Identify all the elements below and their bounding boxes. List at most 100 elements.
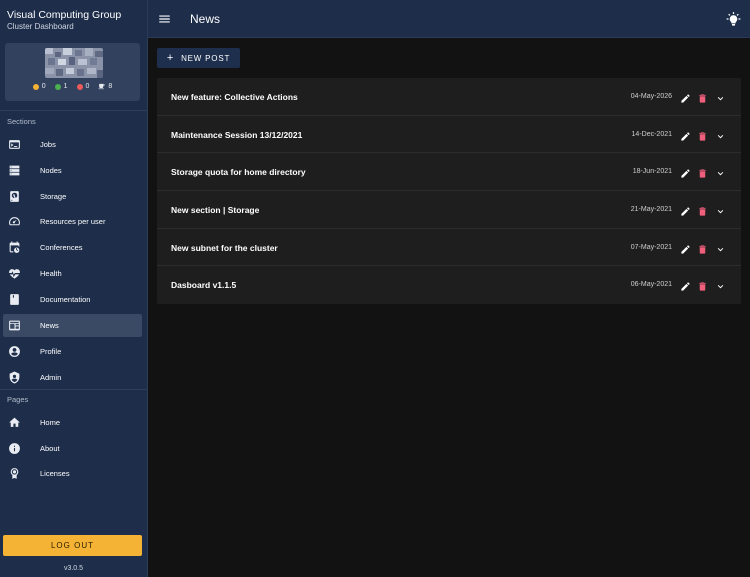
sidebar-item-home[interactable]: Home bbox=[3, 411, 142, 434]
chevron-down-icon[interactable] bbox=[715, 242, 726, 253]
sidebar-item-label: News bbox=[40, 321, 59, 330]
user-card: 0 1 0 8 bbox=[5, 43, 140, 101]
news-item[interactable]: Storage quota for home directory 18-Jun-… bbox=[157, 153, 741, 192]
news-date: 07-May-2021 bbox=[630, 243, 672, 251]
trash-icon[interactable] bbox=[697, 166, 708, 178]
calendar-clock-icon bbox=[8, 241, 21, 254]
sidebar-item-profile[interactable]: Profile bbox=[3, 340, 142, 363]
news-title: New section | Storage bbox=[171, 205, 260, 216]
pencil-icon[interactable] bbox=[680, 91, 691, 103]
sidebar-item-jobs[interactable]: Jobs bbox=[3, 133, 142, 156]
news-item[interactable]: Maintenance Session 13/12/2021 14-Dec-20… bbox=[157, 116, 741, 154]
certificate-icon bbox=[8, 467, 21, 480]
stat-coffee: 8 bbox=[98, 83, 112, 90]
news-date: 18-Jun-2021 bbox=[632, 168, 672, 176]
running-dot-icon bbox=[54, 83, 61, 90]
sidebar-item-label: Documentation bbox=[40, 295, 91, 304]
stat-running: 1 bbox=[54, 83, 68, 90]
news-date: 06-May-2021 bbox=[630, 281, 672, 289]
pencil-icon[interactable] bbox=[680, 204, 691, 216]
sidebar-item-health[interactable]: Health bbox=[3, 262, 142, 285]
news-date: 21-May-2021 bbox=[630, 206, 672, 214]
page-title: News bbox=[190, 12, 221, 26]
sidebar-item-licenses[interactable]: Licenses bbox=[3, 462, 142, 485]
top-bar: News bbox=[148, 0, 750, 38]
sidebar-item-conferences[interactable]: Conferences bbox=[3, 236, 142, 259]
news-title: Dasboard v1.1.5 bbox=[171, 280, 237, 291]
newspaper-icon bbox=[8, 319, 21, 332]
coffee-icon bbox=[98, 83, 105, 90]
server-icon bbox=[8, 164, 21, 177]
home-icon bbox=[8, 416, 21, 429]
lightbulb-icon[interactable] bbox=[726, 11, 741, 27]
sidebar-item-label: Licenses bbox=[40, 469, 70, 478]
sidebar: Visual Computing Group Cluster Dashboard bbox=[0, 0, 148, 577]
avatar bbox=[45, 48, 103, 78]
app-version: v3.0.5 bbox=[63, 565, 84, 572]
news-item[interactable]: New feature: Collective Actions 04-May-2… bbox=[157, 78, 741, 116]
book-icon bbox=[8, 293, 21, 306]
news-date: 04-May-2026 bbox=[630, 93, 672, 100]
sidebar-item-about[interactable]: About bbox=[3, 437, 142, 460]
sidebar-item-label: Profile bbox=[40, 347, 62, 356]
info-icon bbox=[8, 442, 21, 455]
sidebar-item-documentation[interactable]: Documentation bbox=[3, 288, 142, 311]
sidebar-item-label: Admin bbox=[40, 373, 62, 382]
trash-icon[interactable] bbox=[697, 91, 708, 103]
trash-icon[interactable] bbox=[697, 279, 708, 292]
sidebar-item-label: Resources per user bbox=[40, 217, 106, 226]
app-title: Visual Computing Group bbox=[7, 9, 122, 21]
new-post-button[interactable]: + NEW POST bbox=[157, 48, 240, 68]
speedometer-icon bbox=[8, 215, 21, 228]
chevron-down-icon[interactable] bbox=[715, 166, 726, 177]
stat-pending: 0 bbox=[32, 83, 46, 90]
sidebar-item-resources-per-user[interactable]: Resources per user bbox=[3, 210, 142, 233]
pages-label: Pages bbox=[7, 395, 29, 404]
trash-icon[interactable] bbox=[697, 129, 708, 141]
new-post-label: NEW POST bbox=[181, 53, 231, 63]
harddisk-icon bbox=[8, 190, 21, 203]
news-date: 14-Dec-2021 bbox=[631, 130, 672, 138]
app-subtitle: Cluster Dashboard bbox=[7, 22, 74, 31]
plus-icon: + bbox=[166, 52, 175, 64]
chevron-down-icon[interactable] bbox=[715, 279, 726, 290]
trash-icon[interactable] bbox=[697, 242, 708, 254]
menu-icon[interactable] bbox=[157, 12, 172, 26]
sidebar-item-label: Home bbox=[40, 418, 61, 427]
sidebar-item-nodes[interactable]: Nodes bbox=[3, 159, 142, 182]
news-title: New feature: Collective Actions bbox=[171, 92, 298, 102]
chevron-down-icon[interactable] bbox=[715, 91, 726, 102]
sidebar-item-label: Health bbox=[40, 269, 62, 278]
news-item[interactable]: New section | Storage 21-May-2021 bbox=[157, 191, 741, 229]
news-item[interactable]: Dasboard v1.1.5 06-May-2021 bbox=[157, 266, 741, 304]
shield-icon bbox=[8, 371, 21, 384]
sidebar-item-label: Storage bbox=[40, 192, 67, 201]
pencil-icon[interactable] bbox=[680, 242, 691, 254]
trash-icon[interactable] bbox=[697, 204, 708, 216]
sidebar-item-label: Nodes bbox=[40, 166, 62, 175]
sidebar-item-label: Jobs bbox=[40, 140, 56, 149]
stat-failed: 0 bbox=[76, 83, 89, 90]
divider bbox=[0, 110, 147, 111]
divider bbox=[0, 389, 147, 390]
news-list: New feature: Collective Actions 04-May-2… bbox=[157, 78, 741, 305]
sidebar-item-label: Conferences bbox=[40, 243, 83, 252]
sidebar-item-admin[interactable]: Admin bbox=[3, 366, 142, 389]
failed-dot-icon bbox=[76, 83, 83, 90]
chevron-down-icon[interactable] bbox=[715, 129, 726, 140]
news-title: Storage quota for home directory bbox=[171, 167, 306, 178]
terminal-icon bbox=[8, 138, 21, 151]
news-title: Maintenance Session 13/12/2021 bbox=[171, 129, 303, 140]
pending-dot-icon bbox=[32, 83, 39, 90]
pencil-icon[interactable] bbox=[680, 129, 691, 141]
chevron-down-icon[interactable] bbox=[715, 204, 726, 215]
sidebar-item-storage[interactable]: Storage bbox=[3, 185, 142, 208]
pencil-icon[interactable] bbox=[680, 279, 691, 292]
pencil-icon[interactable] bbox=[680, 166, 691, 178]
account-circle-icon bbox=[8, 345, 21, 358]
logout-button[interactable]: LOG OUT bbox=[3, 535, 142, 556]
heart-pulse-icon bbox=[8, 267, 21, 280]
sidebar-item-news[interactable]: News bbox=[3, 314, 142, 337]
news-item[interactable]: New subnet for the cluster 07-May-2021 bbox=[157, 229, 741, 267]
user-stats: 0 1 0 8 bbox=[5, 83, 140, 90]
